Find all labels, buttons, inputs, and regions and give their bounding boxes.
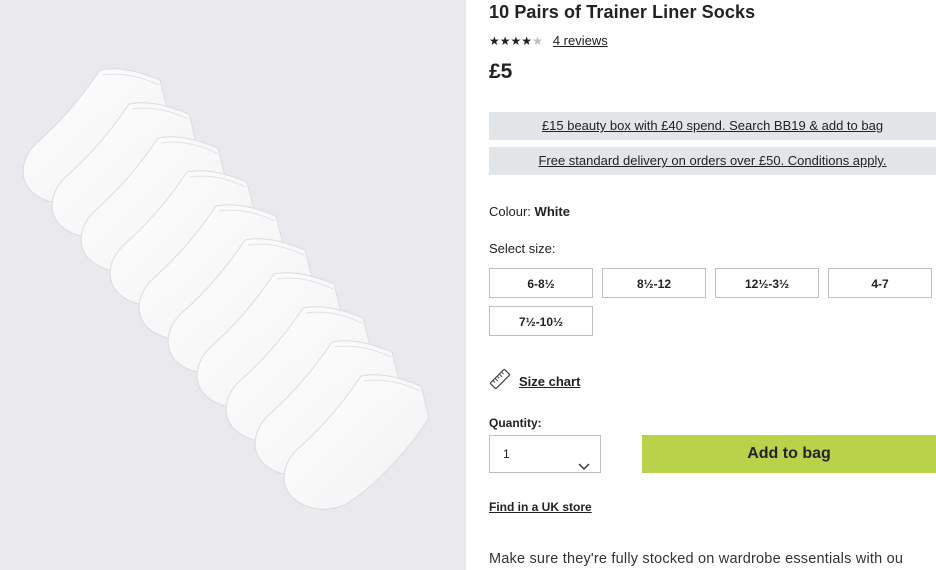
product-title: 10 Pairs of Trainer Liner Socks: [489, 2, 756, 22]
product-image[interactable]: [0, 0, 466, 570]
size-chart-label: Size chart: [519, 374, 581, 389]
size-option-8-half-12[interactable]: 8½-12: [602, 268, 706, 298]
star-empty-icon: ★: [532, 33, 543, 48]
quantity-select[interactable]: 1: [489, 435, 601, 473]
star-icon: ★: [489, 33, 500, 48]
colour-label: Colour:: [489, 204, 531, 219]
promo-free-delivery[interactable]: Free standard delivery on orders over £5…: [489, 147, 936, 175]
socks-illustration: [22, 68, 430, 510]
product-description: Make sure they're fully stocked on wardr…: [489, 551, 904, 567]
ruler-icon: [489, 368, 511, 395]
star-rating: ★ ★ ★ ★ ★: [489, 34, 543, 48]
colour-info: Colour: White: [489, 204, 570, 219]
product-price: £5: [489, 60, 513, 83]
chevron-down-icon: [578, 449, 590, 485]
star-icon: ★: [510, 33, 522, 48]
size-option-4-7[interactable]: 4-7: [828, 268, 932, 298]
add-to-bag-button[interactable]: Add to bag: [642, 435, 936, 473]
star-icon: ★: [499, 33, 511, 48]
star-icon: ★: [521, 33, 533, 48]
select-size-label: Select size:: [489, 241, 556, 256]
size-chart-link[interactable]: Size chart: [489, 368, 580, 395]
product-rating: ★ ★ ★ ★ ★ 4 reviews: [489, 33, 608, 48]
colour-value: White: [534, 204, 570, 219]
product-info: 10 Pairs of Trainer Liner Socks ★ ★ ★ ★ …: [489, 0, 936, 570]
size-option-7-half-10-half[interactable]: 7½-10½: [489, 306, 593, 336]
promo-beauty-box[interactable]: £15 beauty box with £40 spend. Search BB…: [489, 112, 936, 140]
reviews-link[interactable]: 4 reviews: [553, 33, 608, 48]
size-option-12-half-3-half[interactable]: 12½-3½: [715, 268, 819, 298]
size-option-6-8-half[interactable]: 6-8½: [489, 268, 593, 298]
quantity-label: Quantity:: [489, 416, 542, 430]
find-in-store-link[interactable]: Find in a UK store: [489, 500, 592, 514]
quantity-value: 1: [503, 447, 510, 461]
